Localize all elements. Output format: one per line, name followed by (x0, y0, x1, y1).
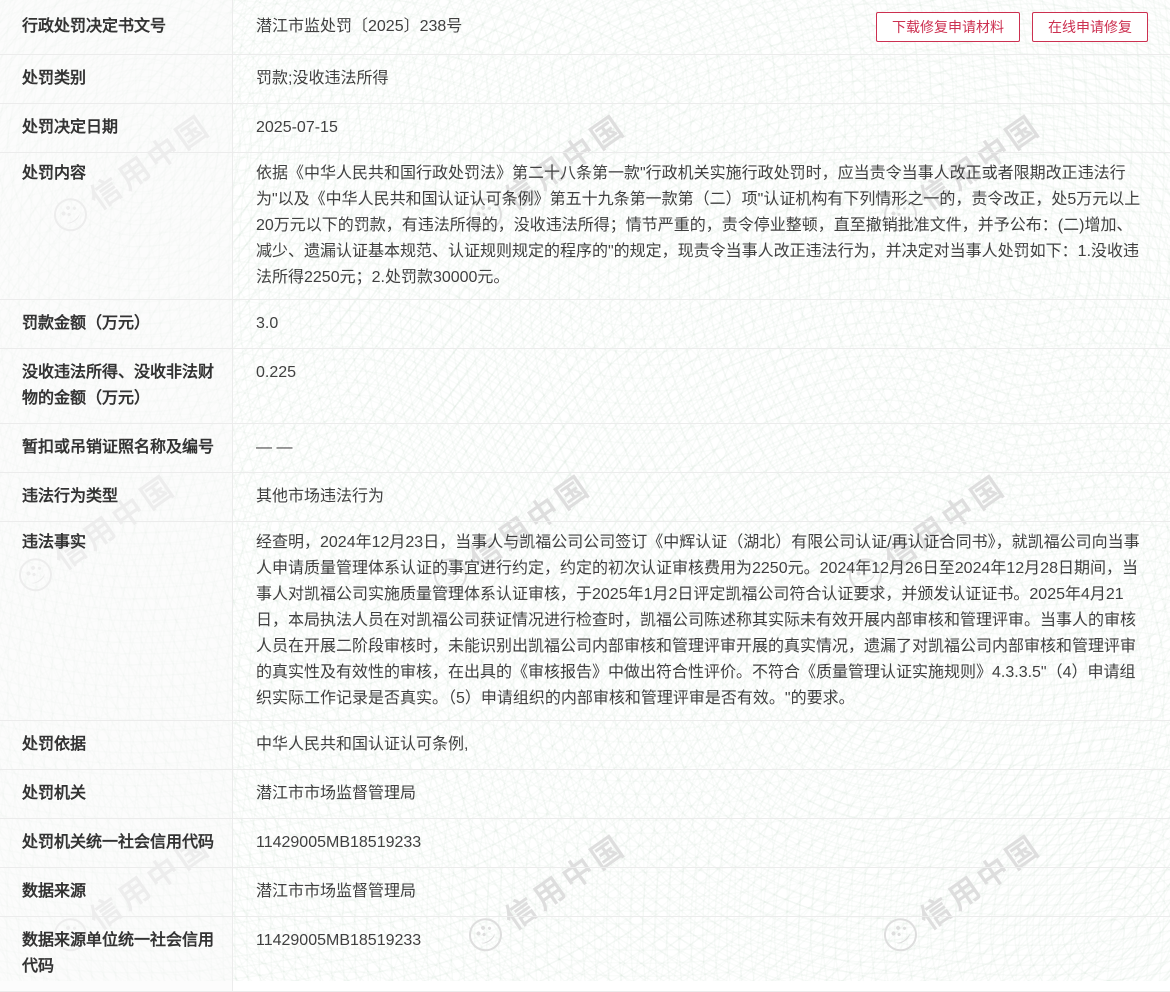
table-row: 处罚决定日期 2025-07-15 (0, 104, 1170, 153)
field-value: — — (233, 424, 1170, 472)
field-label: 行政处罚决定书文号 (0, 0, 233, 54)
field-label-text: 处罚依据 (22, 736, 86, 753)
field-value-text: 潜江市监处罚〔2025〕238号 (256, 18, 462, 35)
field-value-text: 潜江市市场监督管理局 (256, 883, 416, 900)
field-label-text: 数据来源 (22, 883, 86, 900)
download-repair-materials-button[interactable]: 下载修复申请材料 (876, 12, 1020, 42)
field-label: 处罚决定日期 (0, 104, 233, 152)
field-label-text: 处罚内容 (22, 165, 86, 182)
field-label: 数据来源单位统一社会信用代码 (0, 917, 233, 991)
table-row: 处罚内容 依据《中华人民共和国行政处罚法》第二十八条第一款"行政机关实施行政处罚… (0, 153, 1170, 300)
table-row: 数据来源 潜江市市场监督管理局 (0, 868, 1170, 917)
field-label-text: 没收违法所得、没收非法财物的金额（万元） (22, 364, 214, 407)
field-label-text: 处罚类别 (22, 70, 86, 87)
field-label: 违法事实 (0, 522, 233, 720)
field-value: 2025-07-15 (233, 104, 1170, 152)
field-value-text: 依据《中华人民共和国行政处罚法》第二十八条第一款"行政机关实施行政处罚时，应当责… (256, 165, 1140, 286)
field-value: 其他市场违法行为 (233, 473, 1170, 521)
field-label: 暂扣或吊销证照名称及编号 (0, 424, 233, 472)
field-value: 罚款;没收违法所得 (233, 55, 1170, 103)
field-label: 处罚机关 (0, 770, 233, 818)
field-label: 罚款金额（万元） (0, 300, 233, 348)
field-value-text: — — (256, 439, 292, 456)
field-value: 3.0 (233, 300, 1170, 348)
field-label-text: 处罚决定日期 (22, 119, 118, 136)
field-value-text: 经查明，2024年12月23日，当事人与凯福公司公司签订《中辉认证（湖北）有限公… (256, 534, 1140, 707)
field-label: 违法行为类型 (0, 473, 233, 521)
table-row: 暂扣或吊销证照名称及编号 — — (0, 424, 1170, 473)
field-value-text: 2025-07-15 (256, 119, 338, 136)
field-label: 没收违法所得、没收非法财物的金额（万元） (0, 349, 233, 423)
field-value: 潜江市市场监督管理局 (233, 770, 1170, 818)
field-value: 0.225 (233, 349, 1170, 423)
field-label-text: 暂扣或吊销证照名称及编号 (22, 439, 214, 456)
field-label: 处罚内容 (0, 153, 233, 299)
field-label-text: 罚款金额（万元） (22, 315, 150, 332)
field-value: 11429005MB18519233 (233, 819, 1170, 867)
field-value-text: 其他市场违法行为 (256, 488, 384, 505)
field-value-text: 11429005MB18519233 (256, 932, 421, 949)
table-row: 行政处罚决定书文号 潜江市监处罚〔2025〕238号 下载修复申请材料 在线申请… (0, 0, 1170, 55)
field-label-text: 行政处罚决定书文号 (22, 18, 166, 35)
table-row: 罚款金额（万元） 3.0 (0, 300, 1170, 349)
table-row: 没收违法所得、没收非法财物的金额（万元） 0.225 (0, 349, 1170, 424)
field-label-text: 处罚机关统一社会信用代码 (22, 834, 214, 851)
online-repair-apply-button[interactable]: 在线申请修复 (1032, 12, 1148, 42)
repair-actions: 下载修复申请材料 在线申请修复 (876, 12, 1148, 42)
table-row: 处罚依据 中华人民共和国认证认可条例, (0, 721, 1170, 770)
field-label-text: 违法行为类型 (22, 488, 118, 505)
field-value-text: 11429005MB18519233 (256, 834, 421, 851)
field-label: 数据来源 (0, 868, 233, 916)
field-value-text: 0.225 (256, 364, 296, 381)
penalty-detail-table: 行政处罚决定书文号 潜江市监处罚〔2025〕238号 下载修复申请材料 在线申请… (0, 0, 1170, 992)
field-value: 依据《中华人民共和国行政处罚法》第二十八条第一款"行政机关实施行政处罚时，应当责… (233, 153, 1170, 299)
field-label: 处罚类别 (0, 55, 233, 103)
field-value-text: 3.0 (256, 315, 278, 332)
table-row: 违法行为类型 其他市场违法行为 (0, 473, 1170, 522)
table-row: 处罚机关 潜江市市场监督管理局 (0, 770, 1170, 819)
field-label: 处罚机关统一社会信用代码 (0, 819, 233, 867)
field-value-text: 潜江市市场监督管理局 (256, 785, 416, 802)
field-value-text: 中华人民共和国认证认可条例, (256, 736, 468, 753)
field-label-text: 数据来源单位统一社会信用代码 (22, 932, 214, 975)
field-label: 处罚依据 (0, 721, 233, 769)
table-row: 处罚机关统一社会信用代码 11429005MB18519233 (0, 819, 1170, 868)
table-row: 处罚类别 罚款;没收违法所得 (0, 55, 1170, 104)
field-label-text: 处罚机关 (22, 785, 86, 802)
field-value: 中华人民共和国认证认可条例, (233, 721, 1170, 769)
field-value: 11429005MB18519233 (233, 917, 1170, 991)
field-label-text: 违法事实 (22, 534, 86, 551)
field-value: 潜江市市场监督管理局 (233, 868, 1170, 916)
table-row: 违法事实 经查明，2024年12月23日，当事人与凯福公司公司签订《中辉认证（湖… (0, 522, 1170, 721)
field-value-text: 罚款;没收违法所得 (256, 70, 388, 87)
field-value: 潜江市监处罚〔2025〕238号 下载修复申请材料 在线申请修复 (233, 0, 1170, 54)
field-value: 经查明，2024年12月23日，当事人与凯福公司公司签订《中辉认证（湖北）有限公… (233, 522, 1170, 720)
